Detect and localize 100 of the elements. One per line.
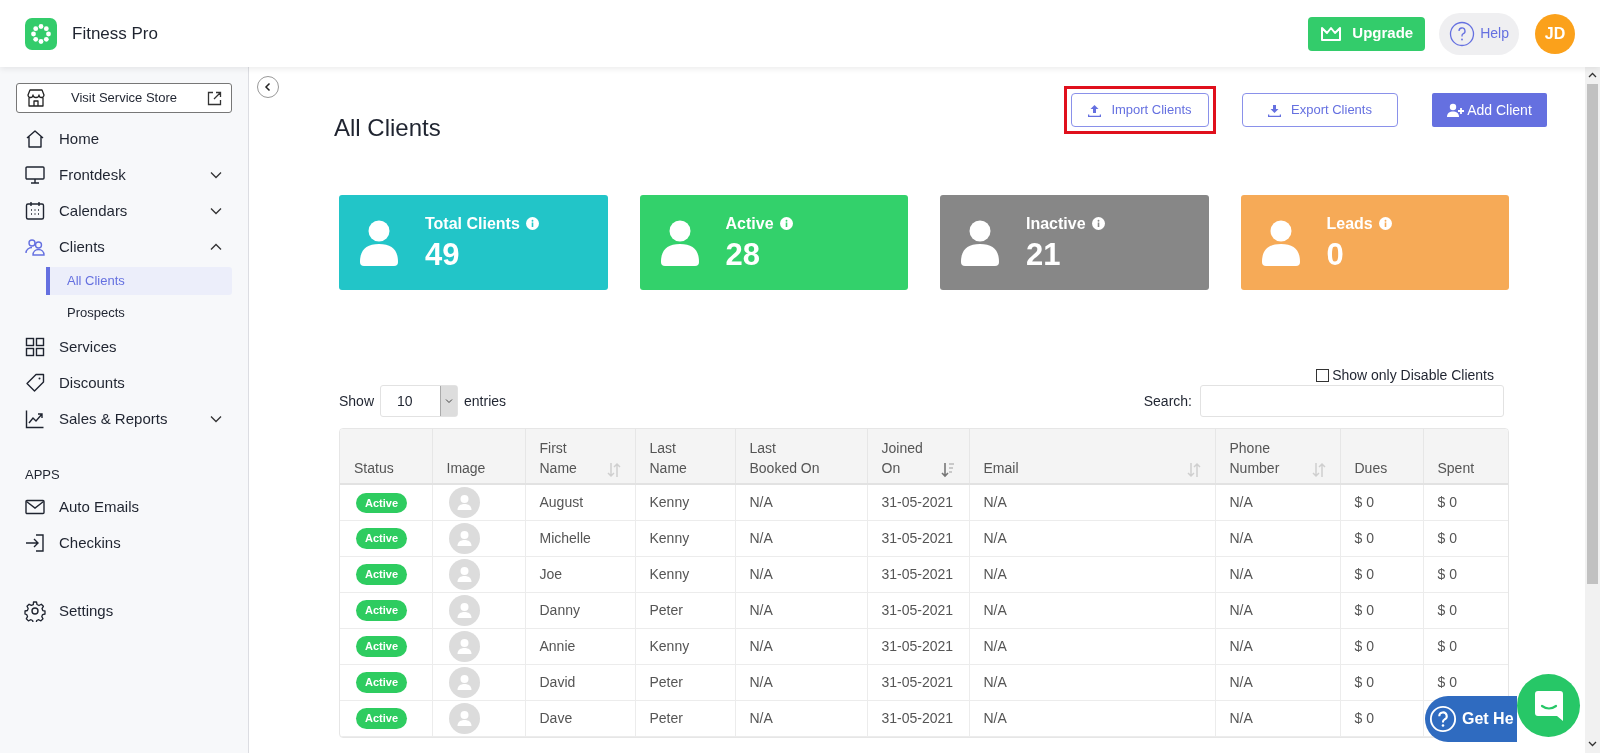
nav-item[interactable]: Frontdesk <box>0 157 248 193</box>
table-cell: N/A <box>969 520 1215 556</box>
table-cell: 31-05-2021 <box>867 556 969 592</box>
chevron-down-icon <box>210 207 222 215</box>
nav-item[interactable]: Services <box>0 329 248 365</box>
column-header: Last Name <box>635 429 735 484</box>
help-icon <box>1449 20 1476 47</box>
nav-item[interactable]: Sales & Reports <box>0 401 248 437</box>
export-button[interactable]: Export Clients <box>1242 93 1398 127</box>
stat-label: Total Clients <box>425 213 520 234</box>
nav-subitem[interactable]: Prospects <box>46 299 232 327</box>
chat-icon <box>1533 689 1564 722</box>
column-header[interactable]: First Name <box>525 429 635 484</box>
show-label: Show <box>339 391 375 411</box>
table-cell: Annie <box>525 628 635 664</box>
column-header: Status <box>340 429 432 484</box>
scroll-down-icon[interactable] <box>1588 741 1597 747</box>
calendar-icon <box>24 200 46 222</box>
column-header: Image <box>432 429 525 484</box>
search-label: Search: <box>1143 391 1192 411</box>
column-header[interactable]: Email <box>969 429 1215 484</box>
nav-item[interactable]: Checkins <box>0 525 248 561</box>
table-cell: Kenny <box>635 556 735 592</box>
table-cell: 31-05-2021 <box>867 628 969 664</box>
table-cell: Danny <box>525 592 635 628</box>
status-badge: Active <box>356 636 408 657</box>
column-header: Spent <box>1423 429 1508 484</box>
checkbox[interactable] <box>1316 368 1330 382</box>
info-icon <box>1091 217 1105 230</box>
table-cell: N/A <box>969 592 1215 628</box>
person-icon <box>1260 219 1301 266</box>
nav-item[interactable]: Clients <box>0 229 248 265</box>
nav-item[interactable]: Calendars <box>0 193 248 229</box>
search-field[interactable] <box>1200 385 1504 417</box>
chevron-down-icon <box>210 171 222 179</box>
home-icon <box>24 128 46 150</box>
page-size-select[interactable]: 10 <box>380 385 459 417</box>
avatar-icon <box>448 594 480 626</box>
table-cell: $ 0 <box>1340 592 1423 628</box>
table-cell: $ 0 <box>1423 556 1508 592</box>
table-cell: $ 0 <box>1340 484 1423 520</box>
chart-icon <box>24 408 46 430</box>
table-cell: N/A <box>969 664 1215 700</box>
stat-label: Active <box>725 213 774 234</box>
table-cell: Peter <box>635 592 735 628</box>
table-cell: $ 0 <box>1423 484 1508 520</box>
table-cell: Dave <box>525 700 635 736</box>
settings-icon <box>24 600 46 622</box>
chevron-down-icon <box>210 415 222 423</box>
sort-icon[interactable] <box>1311 462 1326 478</box>
help-button[interactable]: Help <box>1439 12 1519 55</box>
sort-icon[interactable] <box>606 462 621 478</box>
collapse-sidebar-button[interactable] <box>257 76 279 98</box>
column-header[interactable]: Joined On <box>867 429 969 484</box>
table-cell: Kenny <box>635 628 735 664</box>
visit-store-button[interactable]: Visit Service Store <box>16 83 232 113</box>
nav-item[interactable]: Discounts <box>0 365 248 401</box>
table-cell: N/A <box>735 592 867 628</box>
entries-label: entries <box>464 391 507 411</box>
storefront-icon <box>26 89 46 107</box>
scroll-up-icon[interactable] <box>1588 72 1597 78</box>
nav-item[interactable]: Home <box>0 121 248 157</box>
checkbox-label: Show only Disable Clients <box>1332 365 1494 385</box>
status-badge: Active <box>356 492 408 513</box>
import-button[interactable]: Import Clients <box>1071 93 1209 127</box>
add-client-button[interactable]: Add Client <box>1432 93 1547 127</box>
app-logo-icon <box>25 17 57 50</box>
page-title: All Clients <box>334 113 441 143</box>
table-cell: N/A <box>735 556 867 592</box>
stat-value: 0 <box>1326 235 1345 274</box>
nav-item[interactable]: Auto Emails <box>0 489 248 525</box>
table-cell: 31-05-2021 <box>867 484 969 520</box>
table-cell: N/A <box>735 664 867 700</box>
nav-subitem[interactable]: All Clients <box>46 267 232 295</box>
column-header[interactable]: Phone Number <box>1215 429 1340 484</box>
section-heading: APPS <box>25 466 61 485</box>
table-cell: N/A <box>1215 484 1340 520</box>
sort-icon[interactable] <box>1186 462 1201 478</box>
table-cell: N/A <box>1215 556 1340 592</box>
scrollbar[interactable] <box>1585 67 1600 753</box>
table-cell: $ 0 <box>1423 592 1508 628</box>
table-cell: N/A <box>1215 664 1340 700</box>
table-cell: N/A <box>1215 628 1340 664</box>
table-cell: August <box>525 484 635 520</box>
status-badge: Active <box>356 708 408 729</box>
person-icon <box>359 219 399 266</box>
info-icon <box>779 217 793 230</box>
status-badge: Active <box>356 600 408 621</box>
sort-descending-icon[interactable] <box>940 462 955 478</box>
table-cell: N/A <box>1215 592 1340 628</box>
table-cell: David <box>525 664 635 700</box>
avatar-icon <box>448 702 480 734</box>
table-cell: Michelle <box>525 520 635 556</box>
nav-item[interactable]: Settings <box>0 593 248 629</box>
stat-label: Leads <box>1326 213 1373 234</box>
status-badge: Active <box>356 528 408 549</box>
scrollbar-thumb[interactable] <box>1587 84 1598 584</box>
get-help-button[interactable]: Get He <box>1425 696 1517 742</box>
stat-value: 28 <box>725 235 761 274</box>
status-badge: Active <box>356 564 408 585</box>
